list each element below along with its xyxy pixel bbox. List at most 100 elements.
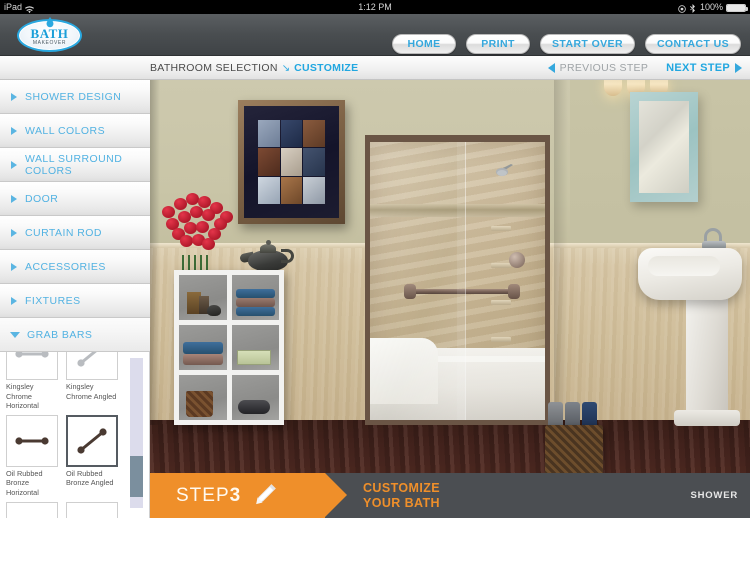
- sidebar-item-label: ACCESSORIES: [25, 260, 106, 273]
- grab-bar-option-label: Oil Rubbed Bronze Angled: [66, 468, 114, 488]
- next-step-label: NEXT STEP: [666, 62, 730, 74]
- art-tiles: [258, 120, 325, 204]
- triangle-right-icon: [11, 194, 17, 203]
- sidebar-item-grab-bars[interactable]: GRAB BARS: [0, 318, 150, 352]
- grab-bar-horizontal-icon: [15, 352, 49, 358]
- step-badge: STEP3: [150, 473, 347, 518]
- grab-bar-option-label: Kingsley Chrome Angled: [66, 382, 117, 401]
- sidebar-item-label: CURTAIN ROD: [25, 226, 102, 239]
- pedestal-sink-basin: [638, 248, 742, 300]
- triangle-left-icon: [547, 63, 555, 73]
- clock: 1:12 PM: [358, 2, 392, 12]
- left-wall-shadow: [150, 80, 160, 425]
- start-over-button[interactable]: START OVER: [540, 34, 635, 54]
- grab-bar-option-oil-rubbed-bronze-angled[interactable]: Oil Rubbed Bronze Angled: [66, 414, 118, 498]
- step-number: 3: [229, 484, 242, 506]
- logo-title: BATH: [30, 25, 69, 41]
- app-root: iPad 1:12 PM 100% BATH MAKEOVER HOME PRI…: [0, 0, 750, 563]
- panel-scrollbar-thumb[interactable]: [130, 456, 143, 497]
- sidebar-item-wall-colors[interactable]: WALL COLORS: [0, 114, 150, 148]
- sidebar-item-curtain-rod[interactable]: CURTAIN ROD: [0, 216, 150, 250]
- woven-basket: [186, 391, 213, 417]
- shelf-cell: [179, 375, 227, 420]
- print-button[interactable]: PRINT: [466, 34, 531, 54]
- grab-bar-thumbnail: [6, 352, 58, 380]
- sidebar-item-fixtures[interactable]: FIXTURES: [0, 284, 150, 318]
- grab-bar-angled-icon: [77, 428, 107, 454]
- grab-bar-thumbnail: [66, 414, 118, 467]
- play-toy-box: [236, 350, 271, 365]
- status-bar-right: 100%: [678, 0, 748, 14]
- sidebar-item-label: GRAB BARS: [27, 328, 93, 341]
- breadcrumb-parent[interactable]: BATHROOM SELECTION: [150, 62, 278, 74]
- sidebar-item-label: DOOR: [25, 192, 59, 205]
- grab-bar-horizontal-icon: [15, 437, 49, 445]
- home-button[interactable]: HOME: [392, 34, 457, 54]
- mirror-glass: [639, 101, 689, 193]
- contact-us-button[interactable]: CONTACT US: [644, 34, 741, 54]
- sidebar-item-label: FIXTURES: [25, 294, 81, 307]
- grab-bars-option-grid: Kingsley Chrome Horizontal Kingsley Chro…: [6, 352, 122, 519]
- grab-bar-option-oil-rubbed-bronze-horizontal[interactable]: Oil Rubbed Bronze Horizontal: [6, 414, 58, 498]
- triangle-right-icon: [11, 296, 17, 305]
- hair-dryer: [237, 400, 270, 414]
- teapot-handle: [281, 249, 294, 263]
- pedestal-foot: [674, 410, 740, 426]
- shelf-cell: [179, 325, 227, 370]
- sidebar-item-door[interactable]: DOOR: [0, 182, 150, 216]
- triangle-right-icon: [11, 228, 17, 237]
- battery-full-icon: [726, 4, 748, 12]
- shelf-cell: [231, 325, 279, 370]
- banner-headline: CUSTOMIZE YOUR BATH: [363, 481, 440, 511]
- grab-bar-option-kingsley-chrome-angled[interactable]: Kingsley Chrome Angled: [66, 352, 118, 411]
- bluetooth-icon: [689, 3, 697, 13]
- step-label: STEP3: [176, 484, 242, 506]
- triangle-right-icon: [11, 160, 17, 169]
- breadcrumb-bar: BATHROOM SELECTION ↘ CUSTOMIZE PREVIOUS …: [0, 56, 750, 80]
- shelf-cell: [179, 275, 227, 320]
- banner-headline-line1: CUSTOMIZE: [363, 480, 440, 495]
- grab-bar-option-label: Kingsley Chrome Horizontal: [6, 382, 39, 411]
- grab-bar-option-kingsley-chrome-horizontal[interactable]: Kingsley Chrome Horizontal: [6, 352, 58, 411]
- shelf-cell: [231, 275, 279, 320]
- bath-makeover-logo[interactable]: BATH MAKEOVER: [17, 17, 82, 52]
- teapot-lid: [260, 244, 276, 253]
- banner-headline-line2: YOUR BATH: [363, 495, 440, 510]
- triangle-right-icon: [11, 126, 17, 135]
- header-button-group: HOME PRINT START OVER CONTACT US: [392, 34, 741, 54]
- shelf-cell: [231, 375, 279, 420]
- previous-step-button[interactable]: PREVIOUS STEP: [547, 62, 649, 74]
- current-selection-label: SHOWER: [690, 490, 738, 501]
- next-step-button[interactable]: NEXT STEP: [666, 62, 742, 74]
- teal-framed-mirror: [630, 92, 698, 202]
- sidebar-item-wall-surround-colors[interactable]: WALL SURROUND COLORS: [0, 148, 150, 182]
- white-cube-shelf: [174, 270, 284, 425]
- step-banner: STEP3 CUSTOMIZE YOUR BATH SHOWER: [150, 473, 750, 518]
- water-droplet-icon: [46, 15, 54, 28]
- step-navigation: PREVIOUS STEP NEXT STEP: [547, 56, 742, 80]
- arrow-down-right-icon: ↘: [281, 62, 291, 74]
- basin-bowl: [648, 256, 720, 276]
- wall-corner-shadow: [554, 80, 568, 425]
- triangle-right-icon: [11, 262, 17, 271]
- breadcrumb-current: CUSTOMIZE: [294, 62, 359, 74]
- app-header: BATH MAKEOVER HOME PRINT START OVER CONT…: [0, 14, 750, 56]
- teapot-knob: [266, 240, 271, 245]
- sidebar-item-label: WALL SURROUND COLORS: [25, 152, 123, 177]
- sidebar-item-shower-design[interactable]: SHOWER DESIGN: [0, 80, 150, 114]
- breadcrumb: BATHROOM SELECTION ↘ CUSTOMIZE: [150, 56, 358, 80]
- art-matte: [244, 106, 339, 218]
- glass-shower-door-left: [370, 142, 466, 420]
- decorative-teapot: [239, 240, 296, 274]
- sidebar-item-accessories[interactable]: ACCESSORIES: [0, 250, 150, 284]
- rotation-lock-icon: [678, 3, 686, 13]
- shower-enclosure: [365, 135, 550, 425]
- options-sidebar: SHOWER DESIGN WALL COLORS WALL SURROUND …: [0, 80, 150, 563]
- grab-bar-thumbnail: [6, 414, 58, 467]
- triangle-down-icon: [10, 331, 20, 338]
- previous-step-label: PREVIOUS STEP: [559, 62, 649, 74]
- triangle-right-icon: [735, 63, 742, 73]
- sidebar-item-label: SHOWER DESIGN: [25, 90, 122, 103]
- sink-pedestal: [686, 290, 728, 425]
- sidebar-item-label: WALL COLORS: [25, 124, 106, 137]
